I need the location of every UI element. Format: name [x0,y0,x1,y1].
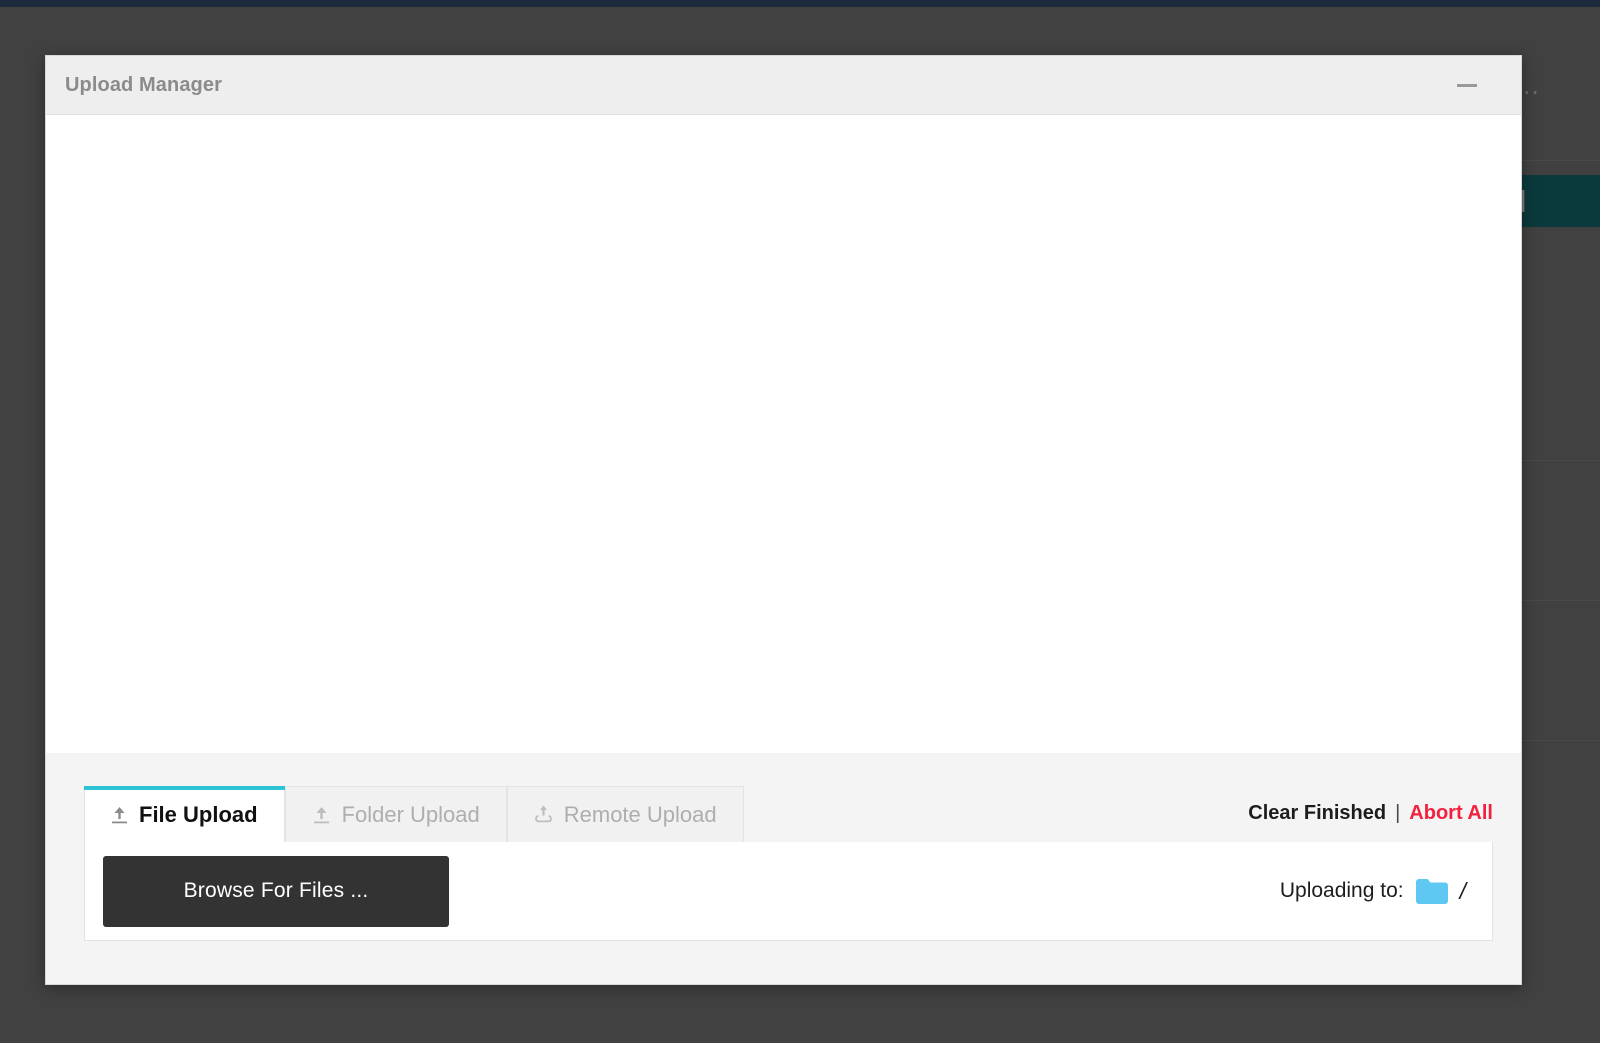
file-upload-panel: Browse For Files ... Uploading to: / [84,842,1493,941]
upload-destination: Uploading to: / [1280,878,1466,905]
uploading-to-label: Uploading to: [1279,879,1404,902]
upload-mode-tabs: File Upload Folder Upload Remote Upload [84,786,744,843]
dialog-titlebar: Upload Manager [46,56,1521,115]
browse-for-files-button[interactable]: Browse For Files ... [103,855,449,927]
footer-spacer [46,942,1521,984]
action-separator: | [1395,802,1401,824]
cloud-upload-arrow-icon [534,804,554,826]
tab-label: Remote Upload [563,801,717,827]
minimize-icon[interactable] [1453,71,1481,99]
upload-arrow-icon [312,804,332,826]
clear-finished-button[interactable]: Clear Finished [1248,802,1386,825]
tab-file-upload[interactable]: File Upload [84,786,285,843]
abort-all-button[interactable]: Abort All [1409,802,1493,825]
tab-label: File Upload [139,801,258,827]
footer-actions: Clear Finished | Abort All [1248,802,1493,843]
upload-arrow-icon [109,804,129,826]
minimize-bar [1457,83,1477,87]
tab-remote-upload[interactable]: Remote Upload [506,786,744,843]
footer-top-row: File Upload Folder Upload Remote Upload … [46,786,1521,843]
tab-folder-upload[interactable]: Folder Upload [284,786,507,843]
tab-label: Folder Upload [341,801,480,827]
dialog-title: Upload Manager [65,73,222,96]
upload-queue-list[interactable] [46,115,1521,753]
folder-icon[interactable] [1415,878,1449,905]
upload-manager-dialog: Upload Manager File Upload Folder Upload… [45,55,1522,985]
app-topbar [0,0,1600,7]
upload-path[interactable]: / [1460,878,1466,905]
dialog-footer: File Upload Folder Upload Remote Upload … [46,753,1521,984]
